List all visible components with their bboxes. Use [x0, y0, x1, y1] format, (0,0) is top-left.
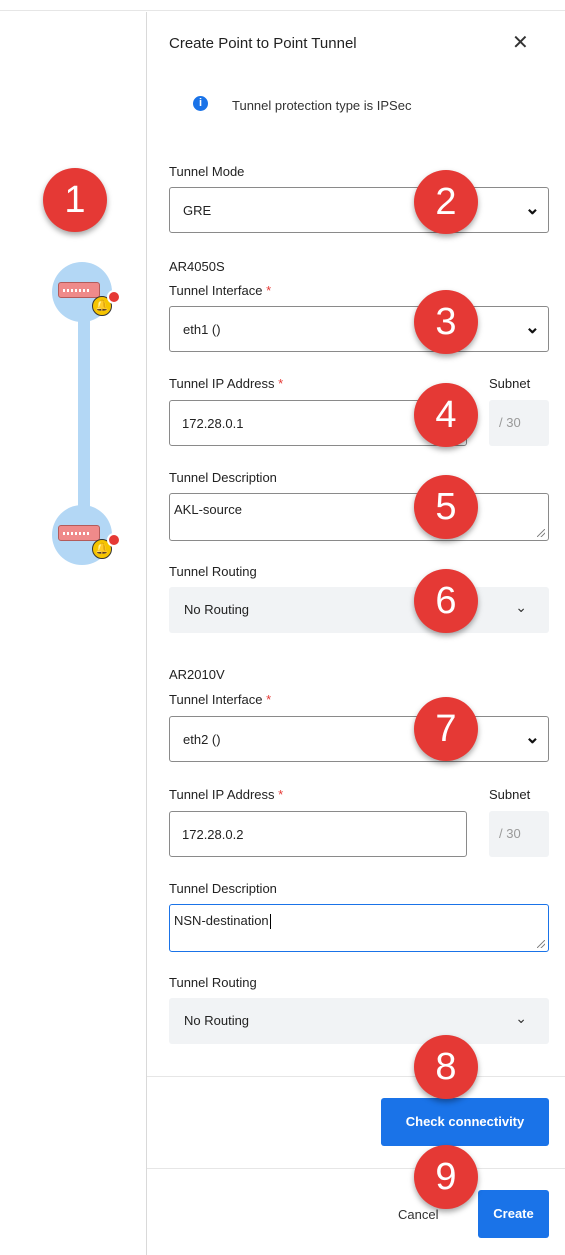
callout-badge-4: 4 — [414, 383, 478, 447]
device-a-interface-value: eth1 () — [183, 322, 221, 337]
device-b-interface-select[interactable]: eth2 () ⌄ — [169, 716, 549, 762]
device-b-ip-value: 172.28.0.2 — [182, 827, 244, 842]
device-b-ip-label: Tunnel IP Address * — [169, 787, 284, 802]
chevron-down-icon: ⌄ — [524, 198, 540, 218]
info-message: Tunnel protection type is IPSec — [232, 98, 412, 113]
chevron-down-icon: ⌄ — [524, 317, 540, 337]
device-a-ip-label: Tunnel IP Address * — [169, 376, 284, 391]
device-b-routing-label: Tunnel Routing — [169, 975, 257, 990]
info-icon: i — [193, 96, 208, 111]
callout-badge-2: 2 — [414, 170, 478, 234]
resize-handle[interactable] — [537, 940, 545, 948]
callout-badge-3: 3 — [414, 290, 478, 354]
device-a-subnet-value: / 30 — [499, 415, 521, 430]
alert-dot-icon — [107, 290, 121, 304]
create-button[interactable]: Create — [478, 1190, 549, 1238]
device-a-routing-select[interactable]: No Routing ⌄ — [169, 587, 549, 633]
tunnel-mode-value: GRE — [183, 203, 212, 218]
device-b-name: AR2010V — [169, 667, 225, 682]
text-caret — [269, 914, 271, 930]
device-a-description-input[interactable]: AKL-source — [169, 493, 549, 541]
device-b-subnet-value: / 30 — [499, 826, 521, 841]
device-a-subnet-field: / 30 — [489, 400, 549, 446]
required-marker: * — [266, 692, 272, 707]
device-b-description-value: NSN-destination — [174, 913, 271, 930]
panel-divider — [146, 12, 147, 1255]
device-b-routing-select[interactable]: No Routing ⌄ — [169, 998, 549, 1044]
device-a-name: AR4050S — [169, 259, 225, 274]
callout-badge-6: 6 — [414, 569, 478, 633]
device-a-subnet-label: Subnet — [489, 376, 531, 391]
chevron-down-icon: ⌄ — [515, 599, 527, 615]
device-node-ar4050s[interactable]: 🔔 — [52, 262, 121, 322]
check-connectivity-button[interactable]: Check connectivity — [381, 1098, 549, 1146]
resize-handle[interactable] — [537, 529, 545, 537]
panel-title: Create Point to Point Tunnel — [169, 35, 357, 52]
device-a-interface-select[interactable]: eth1 () ⌄ — [169, 306, 549, 352]
device-b-interface-value: eth2 () — [183, 732, 221, 747]
device-node-ar2010v[interactable]: 🔔 — [52, 505, 121, 565]
callout-badge-9: 9 — [414, 1145, 478, 1209]
device-a-routing-value: No Routing — [184, 602, 250, 617]
close-icon[interactable]: ✕ — [512, 30, 529, 55]
device-a-routing-label: Tunnel Routing — [169, 564, 257, 579]
device-a-description-value: AKL-source — [174, 502, 242, 517]
chevron-down-icon: ⌄ — [515, 1010, 527, 1026]
device-b-routing-value: No Routing — [184, 1013, 250, 1028]
device-b-description-input[interactable]: NSN-destination — [169, 904, 549, 952]
device-b-interface-label: Tunnel Interface * — [169, 692, 272, 707]
device-a-description-label: Tunnel Description — [169, 470, 277, 485]
alert-dot-icon — [107, 533, 121, 547]
callout-badge-1: 1 — [43, 168, 107, 232]
callout-badge-7: 7 — [414, 697, 478, 761]
device-b-description-label: Tunnel Description — [169, 881, 277, 896]
device-b-ip-input[interactable]: 172.28.0.2 — [169, 811, 467, 857]
required-marker: * — [266, 283, 272, 298]
required-marker: * — [278, 787, 284, 802]
chevron-down-icon: ⌄ — [524, 727, 540, 747]
cancel-button[interactable]: Cancel — [398, 1207, 438, 1222]
footer-divider — [147, 1168, 565, 1169]
router-icon — [58, 525, 100, 541]
tunnel-mode-label: Tunnel Mode — [169, 164, 245, 179]
device-a-interface-label: Tunnel Interface * — [169, 283, 272, 298]
tunnel-mode-select[interactable]: GRE ⌄ — [169, 187, 549, 233]
router-icon — [58, 282, 100, 298]
device-b-subnet-label: Subnet — [489, 787, 531, 802]
callout-badge-5: 5 — [414, 475, 478, 539]
callout-badge-8: 8 — [414, 1035, 478, 1099]
device-b-subnet-field: / 30 — [489, 811, 549, 857]
top-border — [0, 0, 565, 11]
device-a-ip-value: 172.28.0.1 — [182, 416, 244, 431]
footer-divider — [147, 1076, 565, 1077]
required-marker: * — [278, 376, 284, 391]
